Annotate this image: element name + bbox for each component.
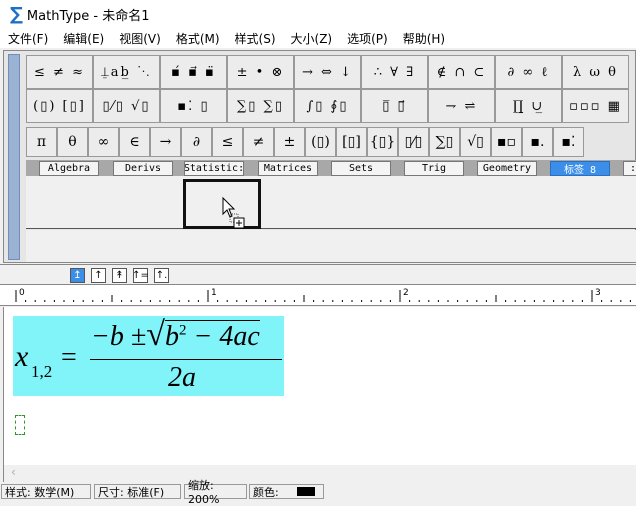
symbol-button[interactable]: ▪⁚ xyxy=(553,127,584,157)
window-title: MathType - 未命名1 xyxy=(26,8,150,24)
tab-1[interactable]: Derivs xyxy=(113,161,173,176)
eq-numerator: −b ±√b2 − 4ac xyxy=(91,316,260,354)
tab-7[interactable]: 标签 8 xyxy=(550,161,610,176)
toolbar-grip[interactable] xyxy=(8,54,20,260)
template-palette-button[interactable]: ∑▯ ∑▯ xyxy=(227,89,294,123)
status-zoom: 缩放: 200% xyxy=(184,479,247,506)
symbol-button[interactable]: (▯) xyxy=(305,127,336,157)
menu-item[interactable]: 视图(V) xyxy=(119,30,161,47)
menu-bar: 文件(F) 编辑(E) 视图(V) 格式(M) 样式(S) 大小(Z) 选项(P) 帮助(H) xyxy=(0,28,636,48)
menu-item[interactable]: 大小(Z) xyxy=(291,30,333,47)
template-palette-button[interactable]: λ ω θ xyxy=(562,55,629,89)
template-palette-button[interactable]: (▯) [▯] xyxy=(26,89,93,123)
eq-denominator: 2a xyxy=(168,362,196,393)
ruler-label: 1 xyxy=(211,288,217,298)
status-color-label: 颜色: xyxy=(253,485,279,499)
tab-6[interactable]: Geometry xyxy=(477,161,537,176)
tab-palette-area[interactable] xyxy=(26,176,636,229)
title-bar: ∑ MathType - 未命名1 xyxy=(0,0,636,28)
menu-item[interactable]: 样式(S) xyxy=(235,30,276,47)
status-color: 颜色: xyxy=(249,484,324,499)
tab-0[interactable]: Algebra xyxy=(39,161,99,176)
menu-item[interactable]: 编辑(E) xyxy=(63,30,104,47)
status-style: 样式: 数学(M) xyxy=(1,484,91,499)
template-palette-button[interactable]: ∂ ∞ ℓ xyxy=(495,55,562,89)
symbol-button[interactable]: ▯⁄▯ xyxy=(398,127,429,157)
symbol-button[interactable]: ▪. xyxy=(522,127,553,157)
status-size: 尺寸: 标准(F) xyxy=(94,484,181,499)
ruler-label: 2 xyxy=(403,288,409,298)
horizontal-scrollbar[interactable]: ‹ xyxy=(3,465,636,482)
eq-rad-base: b xyxy=(164,321,179,352)
sigma-logo-icon: ∑ xyxy=(10,3,23,25)
small-symbol-bar: π θ ∞ ∈ → ∂ ≤ ≠ ± (▯) [▯] {▯} ▯⁄▯ ∑▯ √▯ ▪▫ ▪. ▪⁚ xyxy=(26,127,584,157)
eq-radicand: b2 − 4ac xyxy=(164,320,260,352)
template-palette-button[interactable]: ≤ ≠ ≈ xyxy=(26,55,93,89)
tab-4[interactable]: Sets xyxy=(331,161,391,176)
eq-subscript: 1,2 xyxy=(31,362,53,381)
symbol-button[interactable]: ± xyxy=(274,127,305,157)
tab-3[interactable]: Matrices xyxy=(258,161,318,176)
eq-num-prefix: −b ± xyxy=(91,321,147,352)
symbol-button[interactable]: ▪▫ xyxy=(491,127,522,157)
symbol-button[interactable]: θ xyxy=(57,127,88,157)
template-palette-button[interactable]: ▪́ ▪⃗ ▪̈ xyxy=(160,55,227,89)
ruler[interactable]: 0 1 2 3 xyxy=(0,284,636,306)
template-palette-button[interactable]: ⍊ab̲ ⋱ xyxy=(93,55,160,89)
drop-slot[interactable] xyxy=(183,179,261,229)
symbol-button[interactable]: → xyxy=(150,127,181,157)
style-button[interactable]: ↑= xyxy=(132,268,149,283)
menu-item[interactable]: 帮助(H) xyxy=(403,30,445,47)
symbol-button[interactable]: π xyxy=(26,127,57,157)
template-palette-button[interactable]: ∉ ∩ ⊂ xyxy=(428,55,495,89)
symbol-button[interactable]: ∈ xyxy=(119,127,150,157)
template-palette-button[interactable]: ▫▫▫ ▦ xyxy=(562,89,629,123)
radical-icon: √ xyxy=(146,316,165,353)
symbol-button[interactable]: ≤ xyxy=(212,127,243,157)
template-palette-button[interactable]: ▯⁄▯ √▯ xyxy=(93,89,160,123)
tab-bar: Algebra Derivs Statistic: Matrices Sets Trig G… xyxy=(26,160,636,176)
style-button[interactable]: ↟ xyxy=(112,268,127,283)
symbol-button[interactable]: {▯} xyxy=(367,127,398,157)
style-button[interactable]: ↑ xyxy=(91,268,106,283)
style-button[interactable]: ↥ xyxy=(70,268,85,283)
template-palette-button[interactable]: ▯̅ ▯⃗ xyxy=(361,89,428,123)
tab-2[interactable]: Statistic: xyxy=(184,161,244,176)
template-palette-button[interactable]: ∫▯ ∮▯ xyxy=(294,89,361,123)
empty-slot-placeholder[interactable] xyxy=(15,415,25,435)
style-button[interactable]: ↑. xyxy=(154,268,169,283)
fraction-bar xyxy=(90,359,282,360)
symbol-button[interactable]: √▯ xyxy=(460,127,491,157)
ruler-label: 0 xyxy=(19,288,25,298)
menu-item[interactable]: 文件(F) xyxy=(8,30,48,47)
ruler-label: 3 xyxy=(595,288,601,298)
template-palette-button[interactable]: ⇁ ⇌ xyxy=(428,89,495,123)
symbol-button[interactable]: ≠ xyxy=(243,127,274,157)
eq-equals: = xyxy=(61,342,77,373)
template-palette-row-2: (▯) [▯] ▯⁄▯ √▯ ▪⁚ ▯ ∑▯ ∑▯ ∫▯ ∮▯ ▯̅ ▯⃗ ⇁ ⇌ ∏̲ ∪̲… xyxy=(26,89,629,123)
eq-rad-rest: − 4ac xyxy=(186,321,260,352)
tab-8[interactable]: : xyxy=(623,161,636,176)
status-bar: 样式: 数学(M) 尺寸: 标准(F) 缩放: 200% 颜色: xyxy=(0,479,636,506)
cursor-copy-icon xyxy=(222,196,245,229)
tab-5[interactable]: Trig xyxy=(404,161,464,176)
symbol-button[interactable]: ∑▯ xyxy=(429,127,460,157)
menu-item[interactable]: 格式(M) xyxy=(176,30,220,47)
template-palette-button[interactable]: ∴ ∀ ∃ xyxy=(361,55,428,89)
template-palette-button[interactable]: ▪⁚ ▯ xyxy=(160,89,227,123)
quadratic-formula[interactable]: x 1,2 = −b ±√b2 − 4ac 2a xyxy=(13,316,284,396)
eq-lhs: x xyxy=(15,340,29,373)
symbol-button[interactable]: [▯] xyxy=(336,127,367,157)
scroll-left-icon[interactable]: ‹ xyxy=(11,465,16,479)
template-palette-button[interactable]: ± • ⊗ xyxy=(227,55,294,89)
template-palette-button[interactable]: → ⇔ ↓ xyxy=(294,55,361,89)
color-swatch xyxy=(296,487,315,496)
template-palette-button[interactable]: ∏̲ ∪̲ xyxy=(495,89,562,123)
tab-palette-area-2[interactable] xyxy=(26,230,636,262)
symbol-button[interactable]: ∞ xyxy=(88,127,119,157)
template-palette-row-1: ≤ ≠ ≈ ⍊ab̲ ⋱ ▪́ ▪⃗ ▪̈ ± • ⊗ → ⇔ ↓ ∴ ∀ ∃ ∉ ∩ ⊂ ∂… xyxy=(26,55,629,89)
menu-item[interactable]: 选项(P) xyxy=(347,30,388,47)
symbol-button[interactable]: ∂ xyxy=(181,127,212,157)
